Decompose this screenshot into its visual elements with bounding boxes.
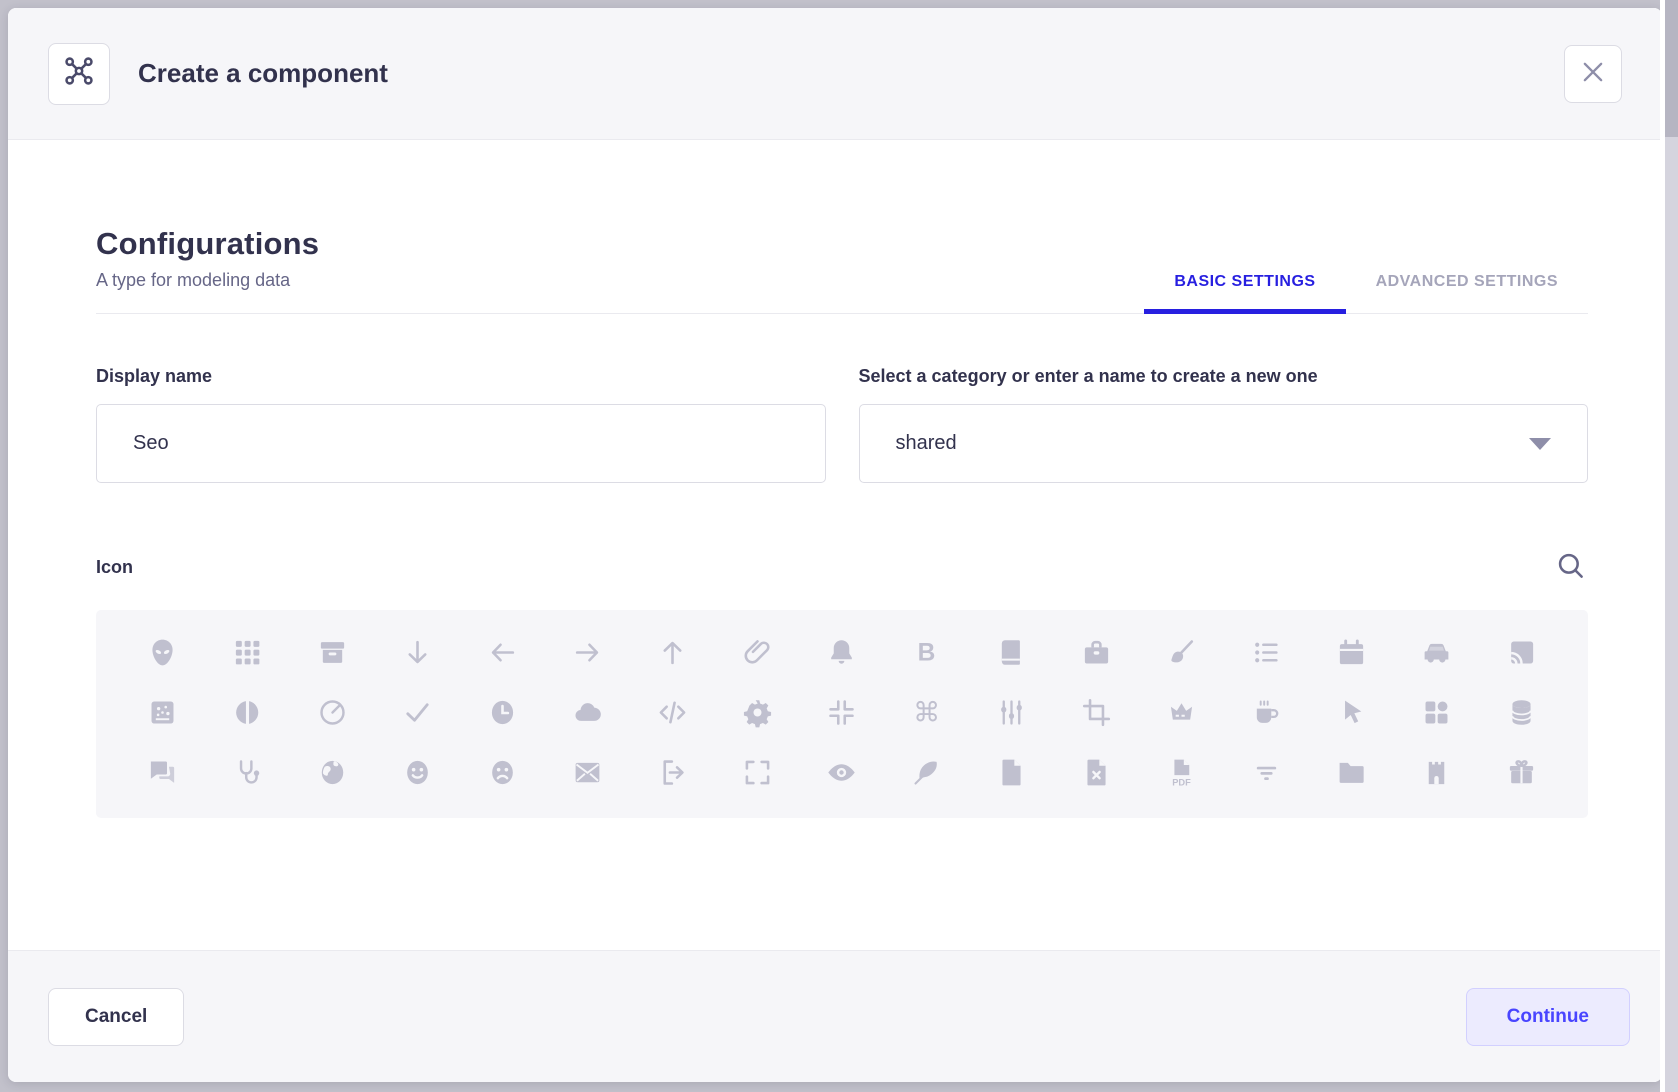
discuss-icon[interactable] [146,756,178,788]
cast-icon[interactable] [1506,636,1538,668]
file-error-icon[interactable] [1081,756,1113,788]
command-icon[interactable]: ⌘ [911,696,943,728]
scrollbar-thumb[interactable] [1665,0,1678,137]
bold-icon[interactable]: B [911,636,943,668]
eye-icon[interactable] [826,756,858,788]
display-name-input[interactable] [96,404,826,483]
category-field-group: Select a category or enter a name to cre… [859,366,1589,483]
doctor-icon[interactable] [231,756,263,788]
modal-title: Create a component [138,58,388,89]
clock-icon[interactable] [486,696,518,728]
page-subtitle: A type for modeling data [96,270,319,291]
collapse-icon[interactable] [826,696,858,728]
component-icon [61,53,97,94]
icon-picker-label: Icon [96,557,133,578]
feather-icon[interactable] [911,756,943,788]
chevron-down-icon [1529,438,1551,450]
icon-picker-section: Icon B ⌘ PDF [96,549,1588,818]
crop-icon[interactable] [1081,696,1113,728]
apps-icon[interactable] [231,636,263,668]
display-name-field-group: Display name [96,366,826,483]
database-icon[interactable] [1506,696,1538,728]
tab-advanced-settings[interactable]: Advanced settings [1346,257,1588,314]
cancel-button[interactable]: Cancel [48,988,184,1046]
modal-footer: Cancel Continue [8,950,1662,1082]
chart-bubble-icon[interactable] [146,696,178,728]
chart-pie-icon[interactable] [316,696,348,728]
crown-icon[interactable] [1166,696,1198,728]
component-icon-box [48,43,110,105]
expand-icon[interactable] [741,756,773,788]
bullet-list-icon[interactable] [1251,636,1283,668]
arrow-right-icon[interactable] [571,636,603,668]
arrow-left-icon[interactable] [486,636,518,668]
cup-icon[interactable] [1251,696,1283,728]
category-label: Select a category or enter a name to cre… [859,366,1589,387]
cloud-icon[interactable] [571,696,603,728]
bell-icon[interactable] [826,636,858,668]
chart-circle-icon[interactable] [231,696,263,728]
earth-icon[interactable] [316,756,348,788]
settings-tabs: Basic settings Advanced settings [1144,257,1588,313]
envelop-icon[interactable] [571,756,603,788]
briefcase-icon[interactable] [1081,636,1113,668]
page-scrollbar[interactable] [1665,0,1678,1092]
arrow-up-icon[interactable] [656,636,688,668]
folder-icon[interactable] [1336,756,1368,788]
icon-search-button[interactable] [1554,549,1588,586]
arrow-down-icon[interactable] [401,636,433,668]
search-icon [1554,549,1588,586]
modal-body: Configurations A type for modeling data … [8,140,1662,950]
attachment-icon[interactable] [741,636,773,668]
page-title: Configurations [96,226,319,262]
file-pdf-icon[interactable]: PDF [1166,756,1198,788]
code-icon[interactable] [656,696,688,728]
svg-text:B: B [918,639,936,666]
category-select[interactable]: shared [859,404,1589,483]
car-icon[interactable] [1421,636,1453,668]
tab-basic-settings[interactable]: Basic settings [1144,257,1345,314]
close-icon [1579,58,1607,89]
icon-grid: B ⌘ PDF [96,610,1588,818]
create-component-modal: Create a component Configurations A type… [8,8,1662,1082]
exit-icon[interactable] [656,756,688,788]
config-header: Configurations A type for modeling data … [96,226,1588,314]
cog-icon[interactable] [741,696,773,728]
calendar-icon[interactable] [1336,636,1368,668]
archive-icon[interactable] [316,636,348,668]
continue-button[interactable]: Continue [1466,988,1630,1046]
close-button[interactable] [1564,45,1622,103]
alien-icon[interactable] [146,636,178,668]
emotion-unhappy-icon[interactable] [486,756,518,788]
dashboard-icon[interactable] [1421,696,1453,728]
modal-header: Create a component [8,8,1662,140]
category-selected-value: shared [896,432,957,455]
gift-icon[interactable] [1506,756,1538,788]
gate-icon[interactable] [1421,756,1453,788]
svg-text:⌘: ⌘ [913,697,940,727]
filter-icon[interactable] [1251,756,1283,788]
book-icon[interactable] [996,636,1028,668]
fields-row: Display name Select a category or enter … [96,366,1588,483]
check-icon[interactable] [401,696,433,728]
sliders-icon[interactable] [996,696,1028,728]
display-name-label: Display name [96,366,826,387]
brush-icon[interactable] [1166,636,1198,668]
svg-text:PDF: PDF [1172,777,1191,787]
emotion-happy-icon[interactable] [401,756,433,788]
cursor-icon[interactable] [1336,696,1368,728]
file-icon[interactable] [996,756,1028,788]
